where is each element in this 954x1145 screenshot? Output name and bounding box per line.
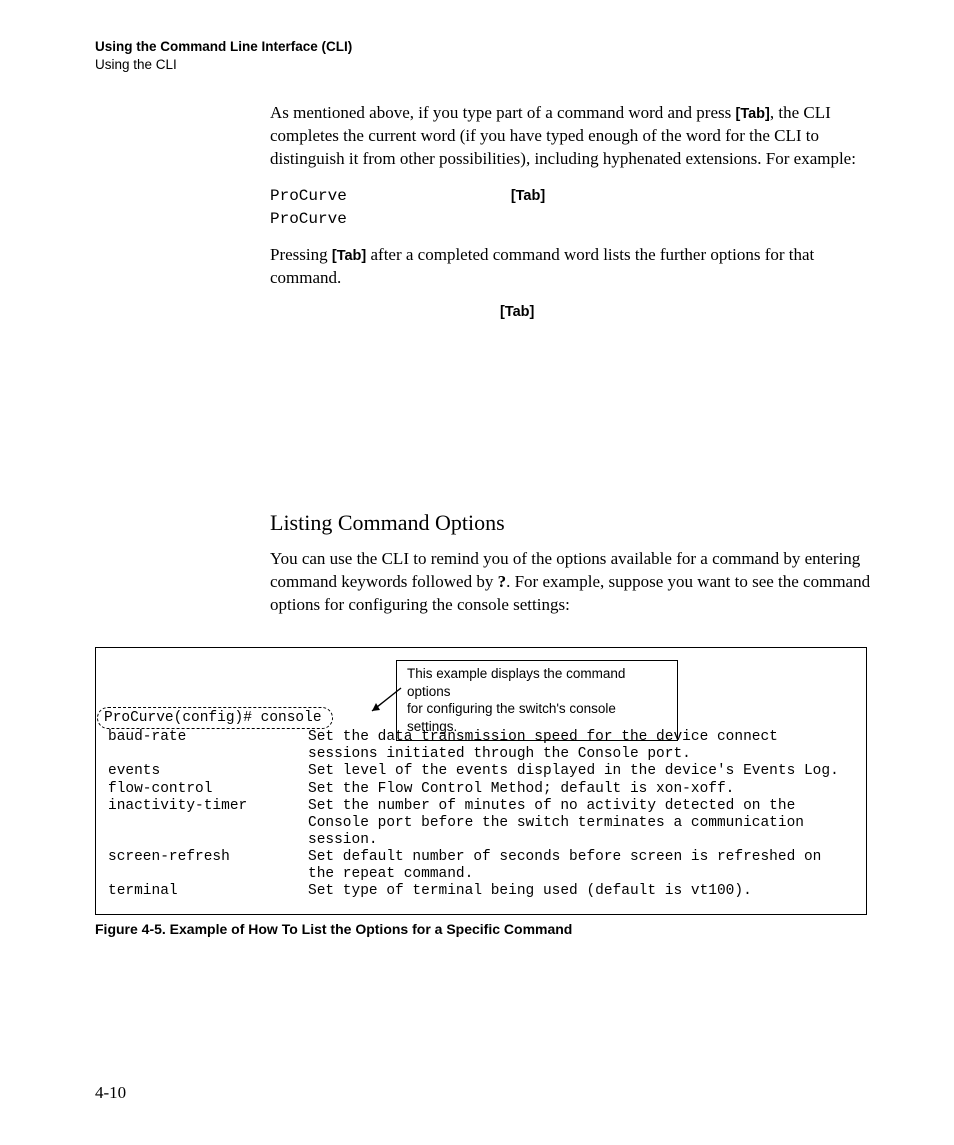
figure: This example displays the command option…: [95, 647, 869, 937]
option-row: eventsSet level of the events displayed …: [100, 763, 860, 780]
page-number: 4-10: [95, 1083, 126, 1103]
header-title: Using the Command Line Interface (CLI): [95, 38, 869, 56]
code-text: ProCurve: [270, 210, 347, 228]
code-text: ProCurve: [270, 187, 347, 205]
page: Using the Command Line Interface (CLI) U…: [0, 0, 954, 1145]
option-keyword: terminal: [100, 883, 308, 900]
paragraph-2: Pressing [Tab] after a completed command…: [270, 244, 875, 290]
option-description: Set the Flow Control Method; default is …: [308, 781, 860, 798]
p2-text-a: Pressing: [270, 245, 332, 264]
body-column: As mentioned above, if you type part of …: [270, 102, 875, 617]
tab-key-standalone: [Tab]: [500, 304, 875, 320]
option-row: flow-controlSet the Flow Control Method;…: [100, 781, 860, 798]
option-keyword: screen-refresh: [100, 849, 308, 883]
option-description: Set the number of minutes of no activity…: [308, 798, 860, 849]
option-description: Set the data transmission speed for the …: [308, 729, 860, 763]
tab-key: [Tab]: [736, 106, 770, 122]
figure-box: This example displays the command option…: [95, 647, 867, 915]
terminal-prompt: ProCurve(config)# console: [100, 710, 860, 729]
code-line: ProCurve: [270, 208, 875, 231]
option-description: Set level of the events displayed in the…: [308, 763, 860, 780]
option-row: baud-rateSet the data transmission speed…: [100, 729, 860, 763]
running-header: Using the Command Line Interface (CLI) U…: [95, 38, 869, 74]
header-subtitle: Using the CLI: [95, 56, 869, 74]
p1-text-a: As mentioned above, if you type part of …: [270, 103, 736, 122]
code-example-1: ProCurve [Tab] ProCurve: [270, 185, 875, 230]
paragraph-3: You can use the CLI to remind you of the…: [270, 548, 875, 617]
option-description: Set type of terminal being used (default…: [308, 883, 860, 900]
option-keyword: flow-control: [100, 781, 308, 798]
code-line: ProCurve [Tab]: [270, 185, 875, 208]
paragraph-1: As mentioned above, if you type part of …: [270, 102, 875, 171]
figure-caption: Figure 4-5. Example of How To List the O…: [95, 921, 869, 937]
option-keyword: baud-rate: [100, 729, 308, 763]
tab-key: [Tab]: [511, 187, 545, 207]
terminal-listing: ProCurve(config)# console baud-rateSet t…: [100, 710, 860, 900]
option-row: inactivity-timerSet the number of minute…: [100, 798, 860, 849]
option-keyword: inactivity-timer: [100, 798, 308, 849]
option-keyword: events: [100, 763, 308, 780]
question-mark: ?: [498, 572, 507, 591]
option-row: terminalSet type of terminal being used …: [100, 883, 860, 900]
tab-key: [Tab]: [332, 248, 366, 264]
option-description: Set default number of seconds before scr…: [308, 849, 860, 883]
callout-line: This example displays the command option…: [407, 665, 667, 700]
section-heading: Listing Command Options: [270, 510, 875, 536]
option-row: screen-refreshSet default number of seco…: [100, 849, 860, 883]
